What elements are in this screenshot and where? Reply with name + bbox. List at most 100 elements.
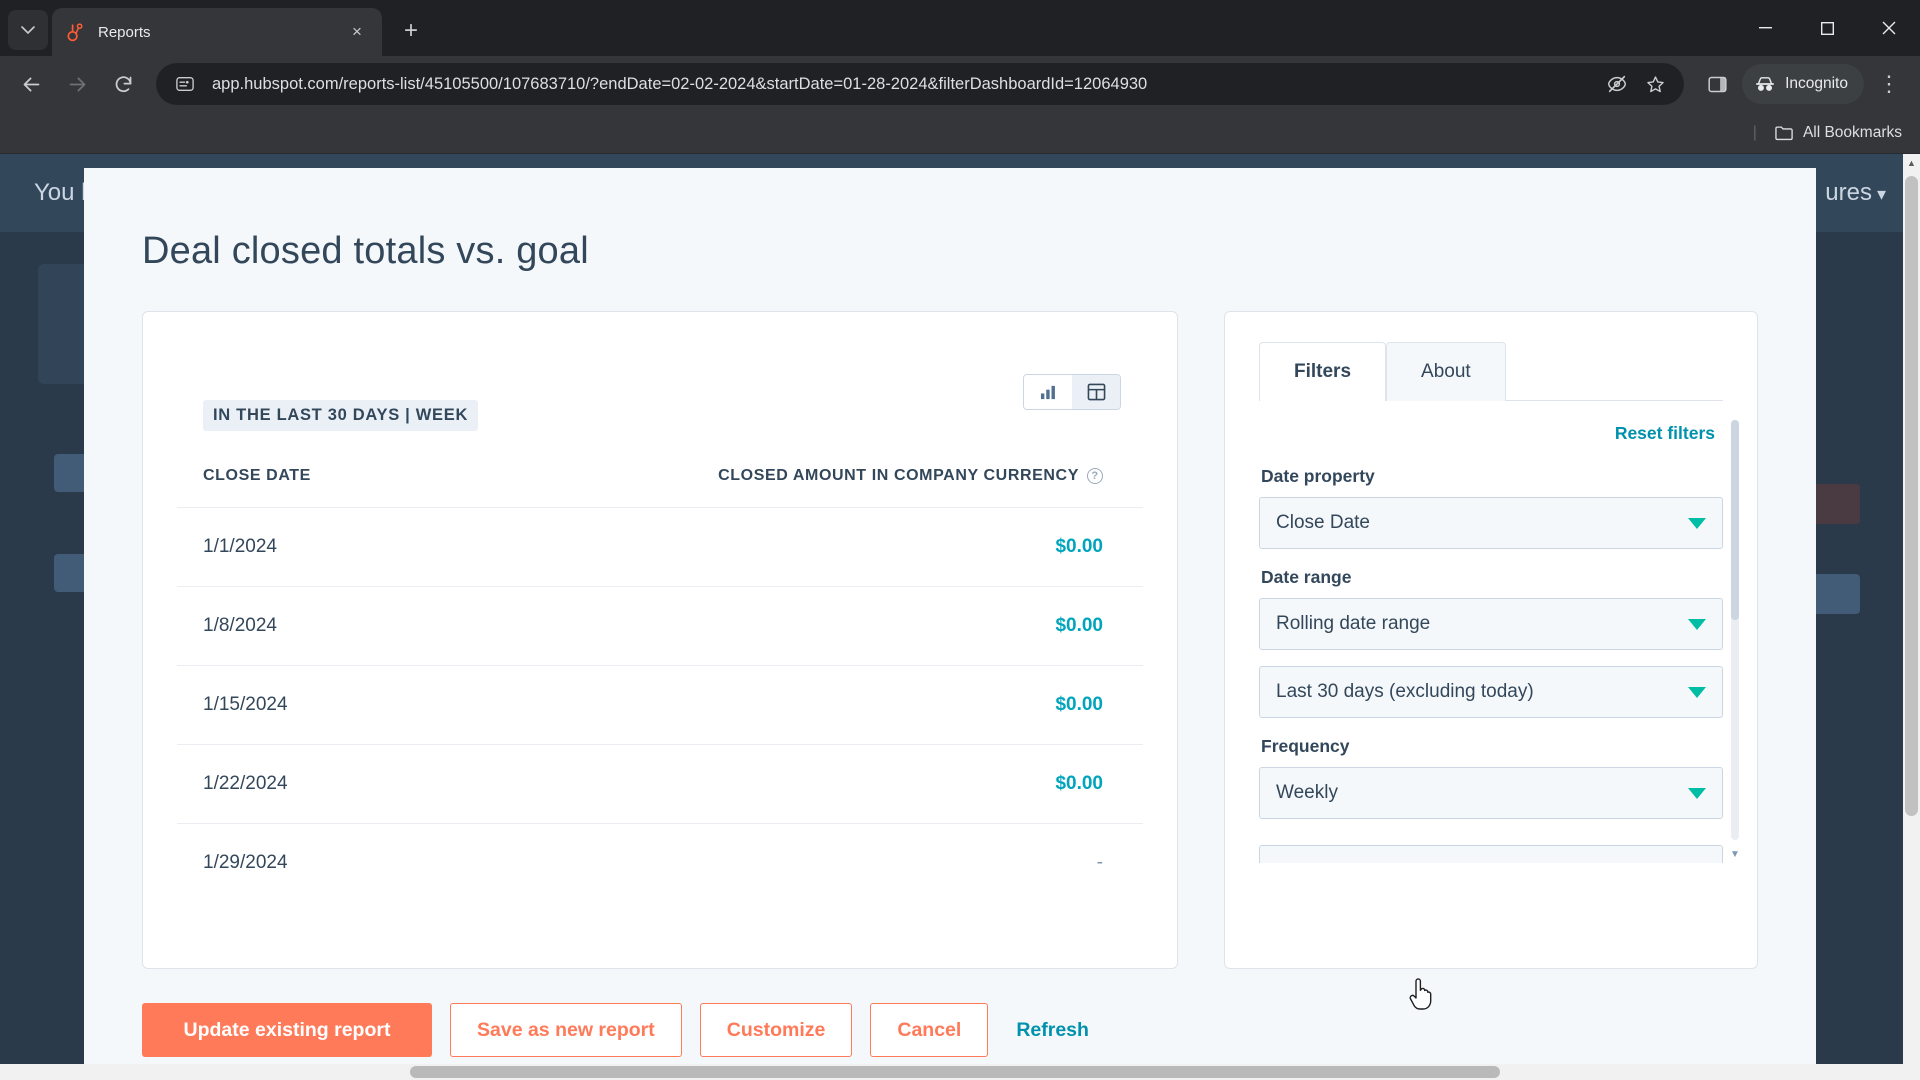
reset-filters-row: Reset filters: [1259, 401, 1723, 448]
reload-icon[interactable]: [102, 63, 144, 105]
tracking-protection-icon[interactable]: [1602, 69, 1632, 99]
table-view-button[interactable]: [1072, 375, 1120, 409]
table-row[interactable]: 1/22/2024 $0.00: [177, 744, 1143, 824]
omnibox-actions: [1602, 69, 1670, 99]
select-date-property[interactable]: Close Date: [1259, 497, 1723, 549]
select-frequency-value: Weekly: [1276, 782, 1338, 803]
label-frequency: Frequency: [1261, 736, 1350, 756]
label-date-range: Date range: [1261, 567, 1352, 587]
maximize-icon[interactable]: [1796, 0, 1858, 56]
scroll-up-arrow-icon[interactable]: ▲: [1903, 154, 1920, 171]
cell-close-date: 1/1/2024: [177, 507, 409, 587]
tab-filters[interactable]: Filters: [1259, 342, 1387, 401]
table-grid-icon: [1087, 383, 1105, 401]
incognito-indicator[interactable]: Incognito: [1742, 64, 1864, 104]
filters-scrollbar[interactable]: ▼: [1730, 420, 1740, 860]
window-close-icon[interactable]: [1858, 0, 1920, 56]
chevron-down-icon: [1688, 618, 1706, 630]
page-scrollbar-horizontal[interactable]: [0, 1064, 1920, 1080]
browser-toolbar: app.hubspot.com/reports-list/45105500/10…: [0, 56, 1920, 112]
chart-view-button[interactable]: [1024, 375, 1072, 409]
column-header-closed-amount-label: CLOSED AMOUNT IN COMPANY CURRENCY: [718, 467, 1079, 484]
bar-chart-icon: [1040, 385, 1055, 399]
folder-icon: [1775, 125, 1793, 140]
browser-window: Reports × + app.hubspot.com/reports-list…: [0, 0, 1920, 1080]
column-header-close-date[interactable]: CLOSE DATE: [177, 467, 409, 508]
column-header-closed-amount[interactable]: CLOSED AMOUNT IN COMPANY CURRENCY?: [408, 467, 1143, 508]
all-bookmarks-label: All Bookmarks: [1802, 123, 1902, 141]
select-date-property-value: Close Date: [1276, 512, 1370, 533]
page-scrollbar-thumb[interactable]: [1905, 176, 1918, 816]
panel-tabs: Filters About: [1259, 342, 1723, 401]
report-table-head: CLOSE DATE CLOSED AMOUNT IN COMPANY CURR…: [177, 467, 1143, 508]
tab-about[interactable]: About: [1386, 342, 1506, 401]
cell-closed-amount: -: [1096, 852, 1103, 873]
bookmarks-bar: | All Bookmarks: [0, 112, 1920, 154]
chevron-down-icon: [1688, 686, 1706, 698]
page-viewport: You h ures ▾ Deal closed totals vs. goal: [0, 154, 1920, 1080]
minimize-icon[interactable]: [1734, 0, 1796, 56]
tab-close-icon[interactable]: ×: [344, 19, 370, 45]
date-range-badge: IN THE LAST 30 DAYS | WEEK: [203, 400, 479, 431]
filters-scrollbar-thumb[interactable]: [1731, 420, 1739, 620]
tab-search-button[interactable]: [8, 10, 48, 50]
customize-button[interactable]: Customize: [699, 1003, 853, 1057]
report-table-header-row: CLOSE DATE CLOSED AMOUNT IN COMPANY CURR…: [177, 467, 1143, 508]
select-frequency[interactable]: Weekly: [1259, 767, 1723, 819]
view-toggle-group: [1023, 374, 1121, 410]
table-row[interactable]: 1/29/2024 -: [177, 824, 1143, 903]
cell-closed-amount: $0.00: [408, 507, 1143, 587]
cancel-button[interactable]: Cancel: [870, 1003, 989, 1057]
cell-closed-amount: $0.00: [408, 665, 1143, 745]
incognito-label: Incognito: [1785, 75, 1848, 92]
cell-close-date: 1/15/2024: [177, 665, 409, 745]
browser-tab-reports[interactable]: Reports ×: [52, 8, 382, 56]
tab-title: Reports: [98, 23, 151, 41]
side-panel-icon[interactable]: [1696, 63, 1738, 105]
tab-strip: Reports × +: [0, 0, 1920, 56]
info-icon[interactable]: ?: [1087, 468, 1103, 484]
filters-panel: Filters About Reset filters Date propert…: [1224, 311, 1758, 969]
scroll-down-arrow-icon[interactable]: ▼: [1730, 849, 1740, 860]
table-row[interactable]: 1/8/2024 $0.00: [177, 586, 1143, 666]
chevron-down-icon: [1688, 787, 1706, 799]
bookmark-star-icon[interactable]: [1640, 69, 1670, 99]
forward-icon[interactable]: [56, 63, 98, 105]
select-date-range-type-value: Rolling date range: [1276, 613, 1431, 634]
page-scrollbar-vertical[interactable]: ▲ ▼: [1903, 154, 1920, 1080]
bookmarks-separator: |: [1752, 123, 1757, 141]
table-row[interactable]: 1/15/2024 $0.00: [177, 665, 1143, 745]
report-table-body: 1/1/2024 $0.00 1/8/2024 $0.00 1/15/2024 …: [177, 507, 1143, 903]
cell-close-date: 1/29/2024: [203, 852, 288, 873]
reset-filters-link[interactable]: Reset filters: [1615, 423, 1715, 443]
label-date-property: Date property: [1261, 466, 1375, 486]
url-text: app.hubspot.com/reports-list/45105500/10…: [212, 74, 1148, 93]
select-date-range-preset[interactable]: Last 30 days (excluding today): [1259, 666, 1723, 718]
page-scrollbar-h-thumb[interactable]: [410, 1066, 1500, 1078]
cell-closed-amount: $0.00: [408, 586, 1143, 666]
all-bookmarks-item[interactable]: All Bookmarks: [1775, 124, 1902, 142]
update-existing-report-button[interactable]: Update existing report: [142, 1003, 432, 1057]
report-table: CLOSE DATE CLOSED AMOUNT IN COMPANY CURR…: [177, 467, 1143, 902]
next-field-partial: [1259, 845, 1723, 863]
hubspot-sprocket-icon: [64, 21, 86, 43]
page-info-icon[interactable]: [170, 69, 200, 99]
modal-body: IN THE LAST 30 DAYS | WEEK CLOSE DATE CL…: [84, 273, 1816, 969]
browser-menu-icon[interactable]: ⋮: [1868, 63, 1910, 105]
back-icon[interactable]: [10, 63, 52, 105]
address-bar[interactable]: app.hubspot.com/reports-list/45105500/10…: [156, 63, 1685, 105]
save-as-new-report-button[interactable]: Save as new report: [450, 1003, 682, 1057]
cell-close-date: 1/8/2024: [177, 586, 409, 666]
refresh-button[interactable]: Refresh: [1006, 1019, 1099, 1042]
window-controls: [1734, 0, 1920, 56]
new-tab-button[interactable]: +: [394, 14, 428, 48]
report-preview-card: IN THE LAST 30 DAYS | WEEK CLOSE DATE CL…: [142, 311, 1178, 969]
select-date-range-preset-value: Last 30 days (excluding today): [1276, 681, 1534, 702]
select-date-range-type[interactable]: Rolling date range: [1259, 598, 1723, 650]
chevron-down-icon: [1688, 517, 1706, 529]
table-row[interactable]: 1/1/2024 $0.00: [177, 507, 1143, 587]
cell-closed-amount: $0.00: [408, 744, 1143, 824]
background-banner-right: ures ▾: [1825, 179, 1886, 206]
cell-close-date: 1/22/2024: [177, 744, 409, 824]
report-modal: Deal closed totals vs. goal IN THE LAST …: [84, 168, 1816, 1066]
